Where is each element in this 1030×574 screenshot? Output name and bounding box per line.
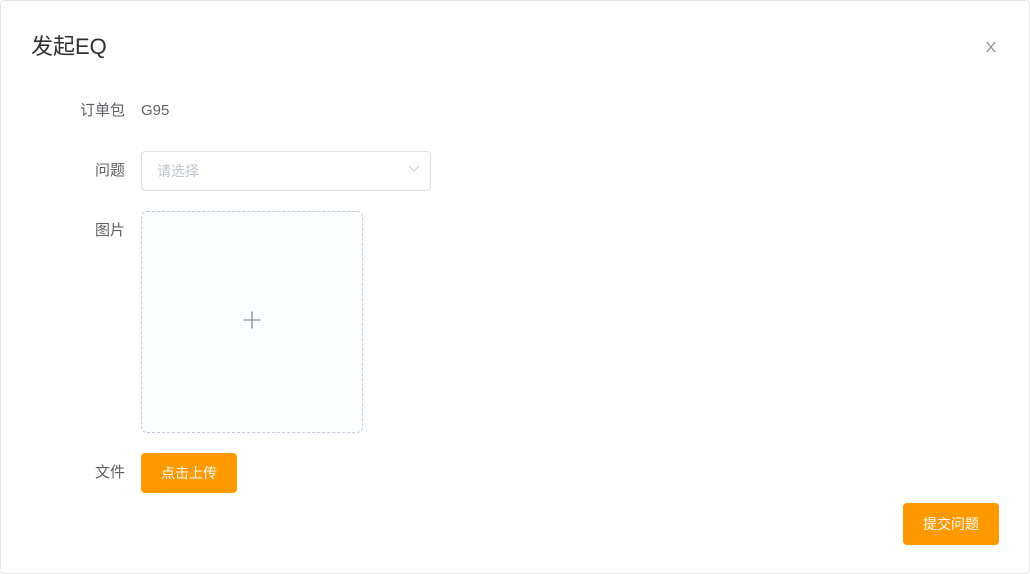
file-upload-button[interactable]: 点击上传 bbox=[141, 453, 237, 493]
form-row-order: 订单包 G95 bbox=[31, 91, 999, 131]
question-select-input[interactable] bbox=[141, 151, 431, 191]
close-icon[interactable] bbox=[983, 39, 999, 55]
order-value: G95 bbox=[141, 91, 169, 131]
form-row-question: 问题 bbox=[31, 151, 999, 191]
question-select[interactable] bbox=[141, 151, 431, 191]
modal-container: 发起EQ 订单包 G95 问题 图片 bbox=[0, 0, 1030, 574]
modal-title: 发起EQ bbox=[31, 29, 999, 61]
plus-icon bbox=[238, 306, 266, 339]
image-upload-box[interactable] bbox=[141, 211, 363, 433]
image-label: 图片 bbox=[31, 211, 141, 251]
form-row-image: 图片 bbox=[31, 211, 999, 433]
form-row-file: 文件 点击上传 bbox=[31, 453, 999, 493]
question-label: 问题 bbox=[31, 151, 141, 191]
submit-wrapper: 提交问题 bbox=[903, 503, 999, 545]
file-label: 文件 bbox=[31, 453, 141, 493]
order-label: 订单包 bbox=[31, 91, 141, 131]
submit-button[interactable]: 提交问题 bbox=[903, 503, 999, 545]
